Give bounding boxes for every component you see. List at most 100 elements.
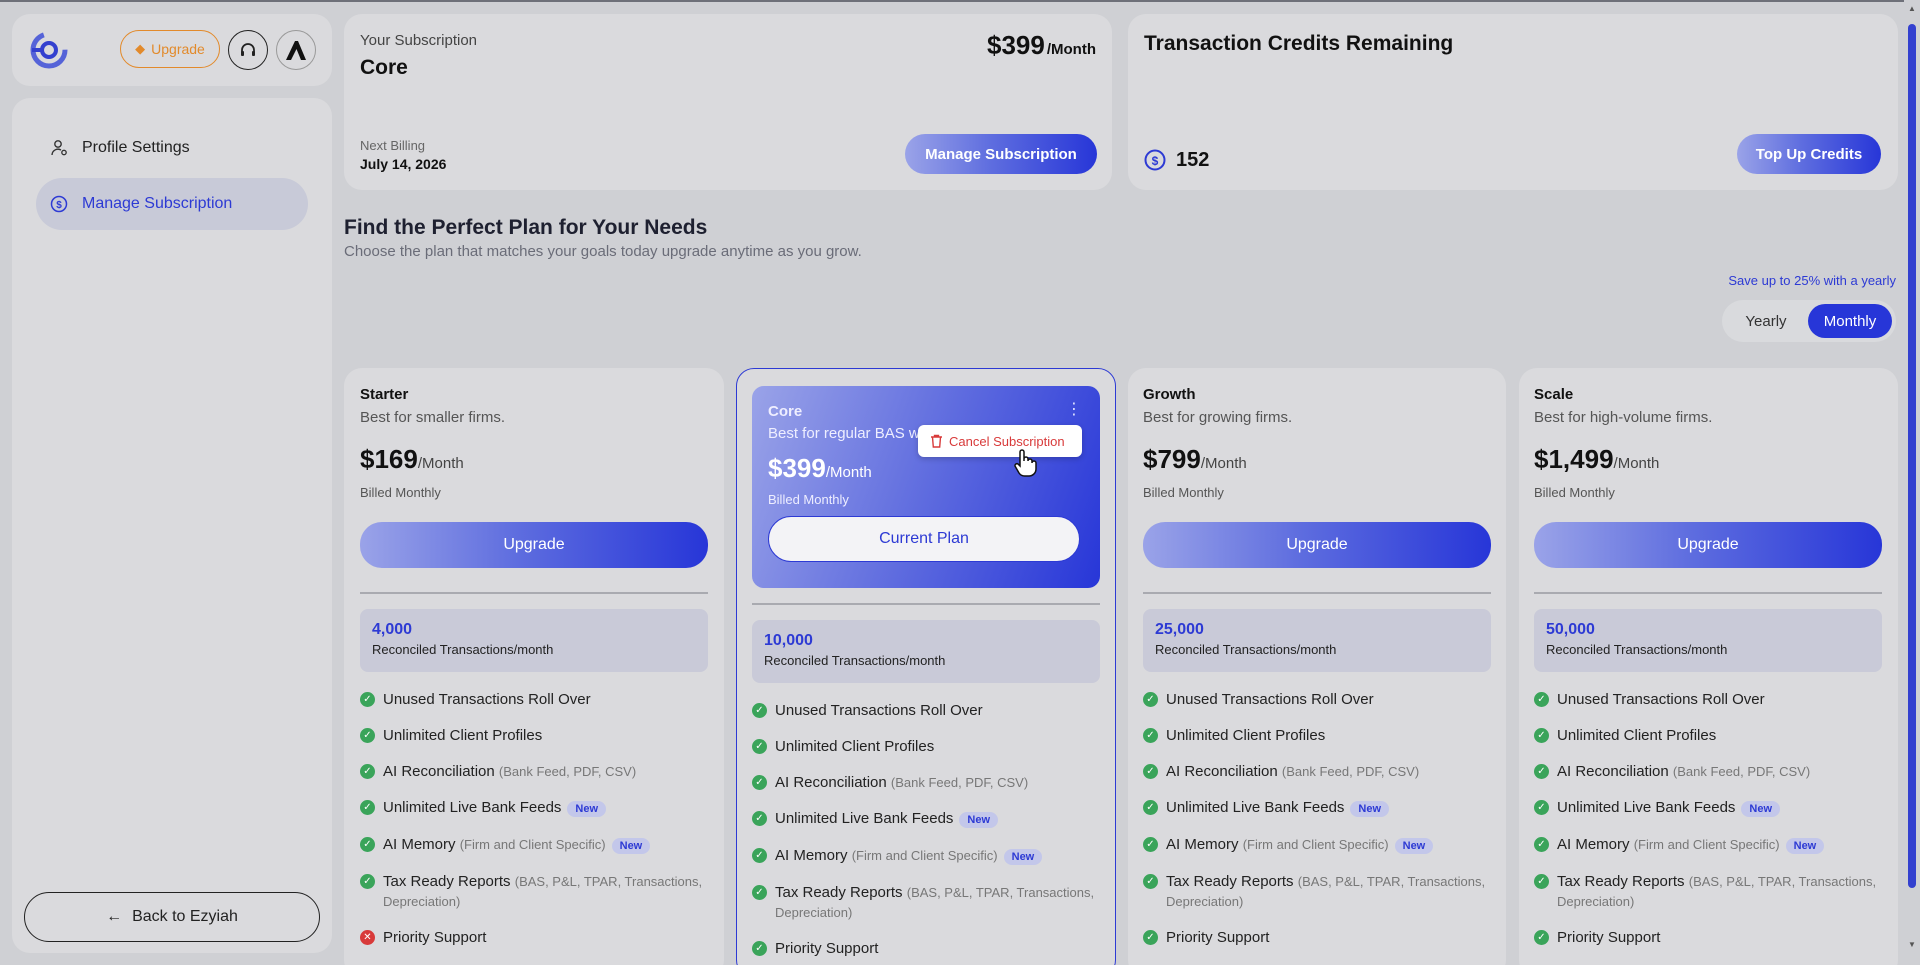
feature-ai-reconciliation: ✓ AI Reconciliation (Bank Feed, PDF, CSV) <box>360 762 708 782</box>
back-button[interactable]: ← Back to Ezyiah <box>24 892 320 942</box>
transactions-label: Reconciled Transactions/month <box>764 653 946 668</box>
feature-rollover: ✓ Unused Transactions Roll Over <box>1143 690 1491 710</box>
feature-sublabel: (Bank Feed, PDF, CSV) <box>498 764 637 779</box>
plan-price: $799/Month <box>1143 444 1490 475</box>
feature-label: Unlimited Live Bank Feeds <box>1166 799 1345 816</box>
credits-card: Transaction Credits Remaining $ 152 Top … <box>1128 14 1898 190</box>
plan-description: Best for high-volume firms. <box>1534 409 1713 426</box>
plans-section-title: Find the Perfect Plan for Your Needs <box>344 216 708 239</box>
subscription-icon: $ <box>50 195 68 213</box>
divider <box>752 603 1100 605</box>
sidebar-item-label: Manage Subscription <box>82 195 233 212</box>
price-value: $399 <box>987 30 1045 60</box>
plan-price-value: $399 <box>768 453 826 483</box>
feature-label: Unused Transactions Roll Over <box>1166 691 1374 708</box>
check-icon: ✓ <box>1143 764 1158 779</box>
sidebar-item-profile-settings[interactable]: Profile Settings <box>36 122 308 174</box>
new-badge: New <box>1741 801 1781 817</box>
scrollbar-track[interactable]: ▲ ▼ <box>1904 0 1920 965</box>
subscription-price: $399 /Month <box>987 30 1096 61</box>
feature-label: Tax Ready Reports <box>775 884 903 901</box>
plan-price-period: /Month <box>825 464 872 481</box>
feature-label: AI Memory <box>1557 836 1630 853</box>
plan-card-scale: Scale Best for high-volume firms. $1,499… <box>1519 368 1898 965</box>
feature-priority-support: ✕ Priority Support <box>360 928 708 948</box>
feature-ai-memory: ✓ AI Memory (Firm and Client Specific) New <box>360 835 708 856</box>
feature-bank-feeds: ✓ Unlimited Live Bank Feeds New <box>360 798 708 819</box>
top-up-credits-button[interactable]: Top Up Credits <box>1737 134 1881 174</box>
plan-header: Starter Best for smaller firms. $169/Mon… <box>360 386 708 500</box>
cancel-subscription-menu-item[interactable]: Cancel Subscription <box>918 425 1082 457</box>
feature-label: Unused Transactions Roll Over <box>775 702 983 719</box>
scroll-down-arrow-icon[interactable]: ▼ <box>1908 940 1916 949</box>
upgrade-growth-button[interactable]: Upgrade <box>1143 522 1491 568</box>
transactions-label: Reconciled Transactions/month <box>1155 642 1337 657</box>
plan-card-starter: Starter Best for smaller firms. $169/Mon… <box>344 368 724 965</box>
check-icon: ✓ <box>360 692 375 707</box>
feature-bank-feeds: ✓ Unlimited Live Bank Feeds New <box>1534 798 1882 819</box>
feature-label: Unlimited Client Profiles <box>775 738 935 755</box>
current-plan-button[interactable]: Current Plan <box>768 516 1080 562</box>
headset-icon <box>241 43 255 56</box>
support-button[interactable] <box>228 30 268 70</box>
check-icon: ✓ <box>1534 874 1549 889</box>
manage-subscription-button[interactable]: Manage Subscription <box>905 134 1097 174</box>
diamond-icon: ◆ <box>135 41 146 56</box>
toggle-yearly[interactable]: Yearly <box>1726 304 1806 338</box>
scroll-up-arrow-icon[interactable]: ▲ <box>1908 4 1916 13</box>
plan-description: Best for regular BAS w <box>768 425 920 442</box>
plan-price-value: $799 <box>1143 444 1201 474</box>
feature-profiles: ✓ Unlimited Client Profiles <box>360 726 708 746</box>
credits-count-row: $ 152 <box>1144 148 1209 172</box>
plan-header: Growth Best for growing firms. $799/Mont… <box>1143 386 1490 500</box>
feature-sublabel: (Firm and Client Specific) <box>1242 837 1389 852</box>
plan-billed: Billed Monthly <box>1534 485 1615 500</box>
new-badge: New <box>1350 801 1390 817</box>
feature-label: Unlimited Live Bank Feeds <box>775 810 954 827</box>
toggle-monthly[interactable]: Monthly <box>1808 304 1892 338</box>
check-icon: ✓ <box>752 848 767 863</box>
feature-label: Tax Ready Reports <box>1557 873 1685 890</box>
feature-label: Tax Ready Reports <box>1166 873 1294 890</box>
check-icon: ✓ <box>360 800 375 815</box>
check-icon: ✓ <box>1534 800 1549 815</box>
plan-price-period: /Month <box>1200 455 1247 472</box>
feature-label: AI Reconciliation <box>1557 763 1669 780</box>
divider <box>1534 592 1882 594</box>
upgrade-scale-button[interactable]: Upgrade <box>1534 522 1882 568</box>
feature-list: ✓ Unused Transactions Roll Over ✓ Unlimite… <box>1534 690 1882 948</box>
credits-count: 152 <box>1176 148 1210 171</box>
feature-profiles: ✓ Unlimited Client Profiles <box>752 737 1100 757</box>
transactions-count: 10,000 <box>764 632 813 649</box>
sidebar-item-manage-subscription[interactable]: $ Manage Subscription <box>36 178 308 230</box>
feature-sublabel: (Firm and Client Specific) <box>851 848 998 863</box>
feature-bank-feeds: ✓ Unlimited Live Bank Feeds New <box>752 809 1100 830</box>
check-icon: ✓ <box>1534 930 1549 945</box>
avatar[interactable] <box>276 30 316 70</box>
subscription-label: Your Subscription <box>360 32 478 49</box>
credits-title: Transaction Credits Remaining <box>1144 32 1454 55</box>
plan-card-core: Core Best for regular BAS w ⋮ $399/Month… <box>736 368 1116 965</box>
transactions-count: 25,000 <box>1155 621 1204 638</box>
plan-card-growth: Growth Best for growing firms. $799/Mont… <box>1128 368 1506 965</box>
feature-list: ✓ Unused Transactions Roll Over ✓ Unlimite… <box>1143 690 1491 948</box>
feature-label: AI Reconciliation <box>1166 763 1278 780</box>
check-icon: ✓ <box>1534 764 1549 779</box>
plan-price-value: $1,499 <box>1534 444 1614 474</box>
transactions-box: 50,000 Reconciled Transactions/month <box>1534 609 1882 672</box>
scrollbar-thumb[interactable] <box>1908 24 1916 888</box>
more-vert-icon[interactable]: ⋮ <box>1066 402 1082 418</box>
upgrade-starter-button[interactable]: Upgrade <box>360 522 708 568</box>
billing-toggle[interactable]: Yearly Monthly <box>1722 300 1896 342</box>
check-icon: ✓ <box>1534 728 1549 743</box>
window-top-border <box>0 0 1920 2</box>
plan-name: Starter <box>360 386 409 403</box>
feature-tax-reports: ✓ Tax Ready Reports (BAS, P&L, TPAR, Tran… <box>752 883 1100 923</box>
svg-text:$: $ <box>56 200 62 211</box>
feature-label: Unlimited Live Bank Feeds <box>383 799 562 816</box>
check-icon: ✓ <box>1143 728 1158 743</box>
feature-priority-support: ✓ Priority Support <box>1143 928 1491 948</box>
transactions-box: 4,000 Reconciled Transactions/month <box>360 609 708 672</box>
upgrade-pill-button[interactable]: ◆ Upgrade <box>120 30 220 68</box>
feature-tax-reports: ✓ Tax Ready Reports (BAS, P&L, TPAR, Tran… <box>360 872 708 912</box>
